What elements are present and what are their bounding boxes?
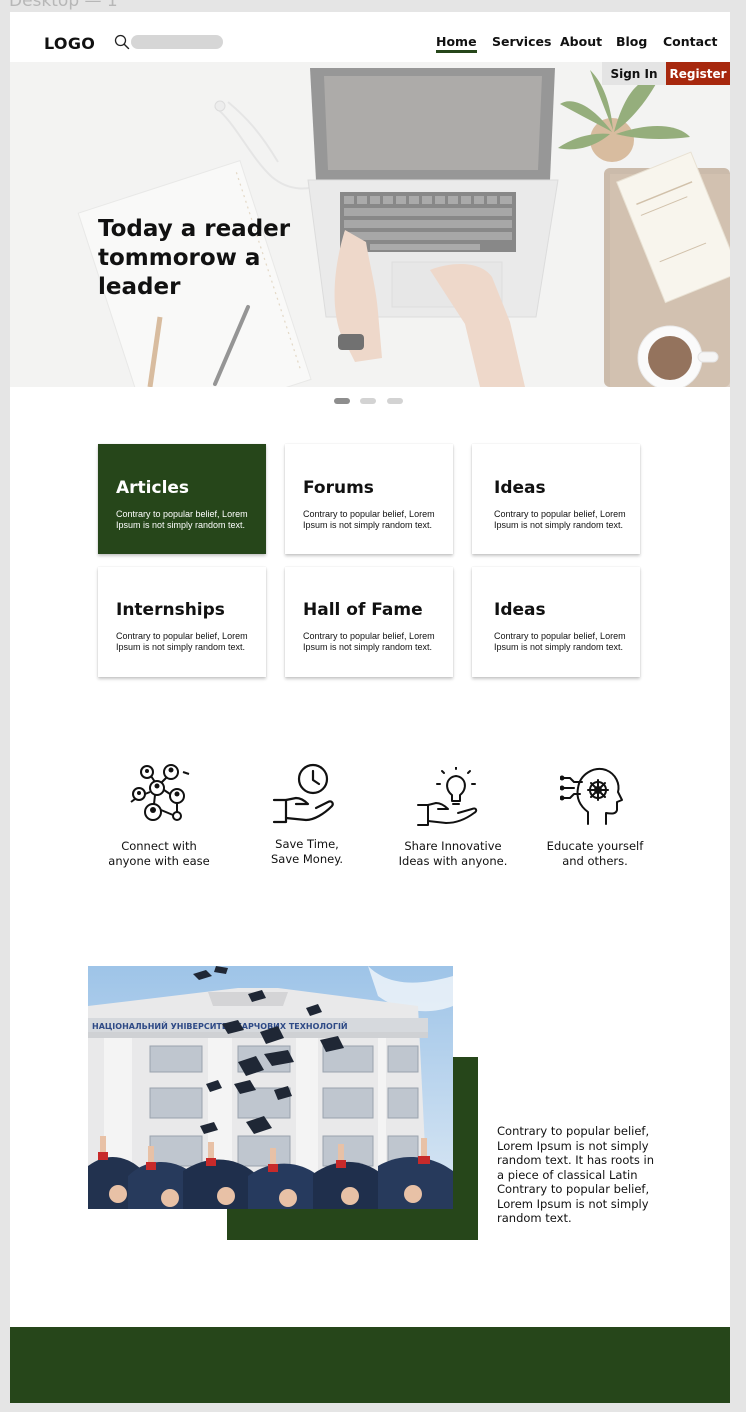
header: LOGO Home Services About Blog Contact — [10, 12, 730, 62]
card-forums[interactable]: Forums Contrary to popular belief, Lorem… — [285, 444, 453, 554]
card-title: Articles — [116, 478, 190, 498]
nav-services[interactable]: Services — [492, 34, 551, 49]
building-sign: НАЦІОНАЛЬНИЙ УНІВЕРСИТЕТ ХАРЧОВИХ ТЕХНОЛ… — [92, 1020, 348, 1031]
carousel-dot-3[interactable] — [387, 398, 403, 404]
frame-label: Desktop — 1 — [9, 0, 118, 11]
carousel-dot-2[interactable] — [360, 398, 376, 404]
logo[interactable]: LOGO — [44, 34, 95, 53]
card-title: Ideas — [494, 478, 546, 498]
nav-contact[interactable]: Contact — [663, 34, 717, 49]
card-description: Contrary to popular belief, Lorem Ipsum … — [303, 509, 435, 530]
card-description: Contrary to popular belief, Lorem Ipsum … — [116, 509, 248, 530]
landing-page: LOGO Home Services About Blog Contact To… — [10, 12, 730, 1403]
card-ideas-2[interactable]: Ideas Contrary to popular belief, Lorem … — [472, 567, 640, 677]
feature-save-time: Save Time, Save Money. — [270, 837, 344, 866]
nav-about[interactable]: About — [560, 34, 602, 49]
card-title: Ideas — [494, 600, 546, 620]
search-input[interactable] — [131, 35, 223, 49]
card-ideas[interactable]: Ideas Contrary to popular belief, Lorem … — [472, 444, 640, 554]
hand-clock-icon — [272, 763, 334, 824]
network-people-icon — [130, 764, 190, 821]
hero-title: Today a reader tommorow a leader — [98, 216, 291, 300]
card-description: Contrary to popular belief, Lorem Ipsum … — [494, 631, 626, 652]
card-articles[interactable]: Articles Contrary to popular belief, Lor… — [98, 444, 266, 554]
feature-educate: Educate yourself and others. — [546, 839, 644, 868]
card-title: Hall of Fame — [303, 600, 423, 620]
nav-home[interactable]: Home — [436, 34, 477, 53]
head-brain-icon — [560, 768, 623, 825]
hand-lightbulb-icon — [417, 767, 478, 826]
graduation-photo: НАЦІОНАЛЬНИЙ УНІВЕРСИТЕТ ХАРЧОВИХ ТЕХНОЛ… — [88, 966, 453, 1209]
card-description: Contrary to popular belief, Lorem Ipsum … — [303, 631, 435, 652]
register-button[interactable]: Register — [666, 62, 730, 85]
card-internships[interactable]: Internships Contrary to popular belief, … — [98, 567, 266, 677]
card-description: Contrary to popular belief, Lorem Ipsum … — [116, 631, 248, 652]
sign-in-button[interactable]: Sign In — [602, 62, 666, 85]
carousel-dot-1[interactable] — [334, 398, 350, 404]
card-title: Forums — [303, 478, 374, 498]
nav-blog[interactable]: Blog — [616, 34, 647, 49]
card-hall-of-fame[interactable]: Hall of Fame Contrary to popular belief,… — [285, 567, 453, 677]
footer — [10, 1327, 730, 1403]
promo-text: Contrary to popular belief, Lorem Ipsum … — [497, 1124, 654, 1225]
card-description: Contrary to popular belief, Lorem Ipsum … — [494, 509, 626, 530]
search-icon[interactable] — [114, 34, 130, 50]
feature-connect: Connect with anyone with ease — [108, 839, 210, 868]
card-title: Internships — [116, 600, 225, 620]
feature-share-ideas: Share Innovative Ideas with anyone. — [398, 839, 508, 868]
hero-banner: Today a reader tommorow a leader — [10, 62, 730, 387]
